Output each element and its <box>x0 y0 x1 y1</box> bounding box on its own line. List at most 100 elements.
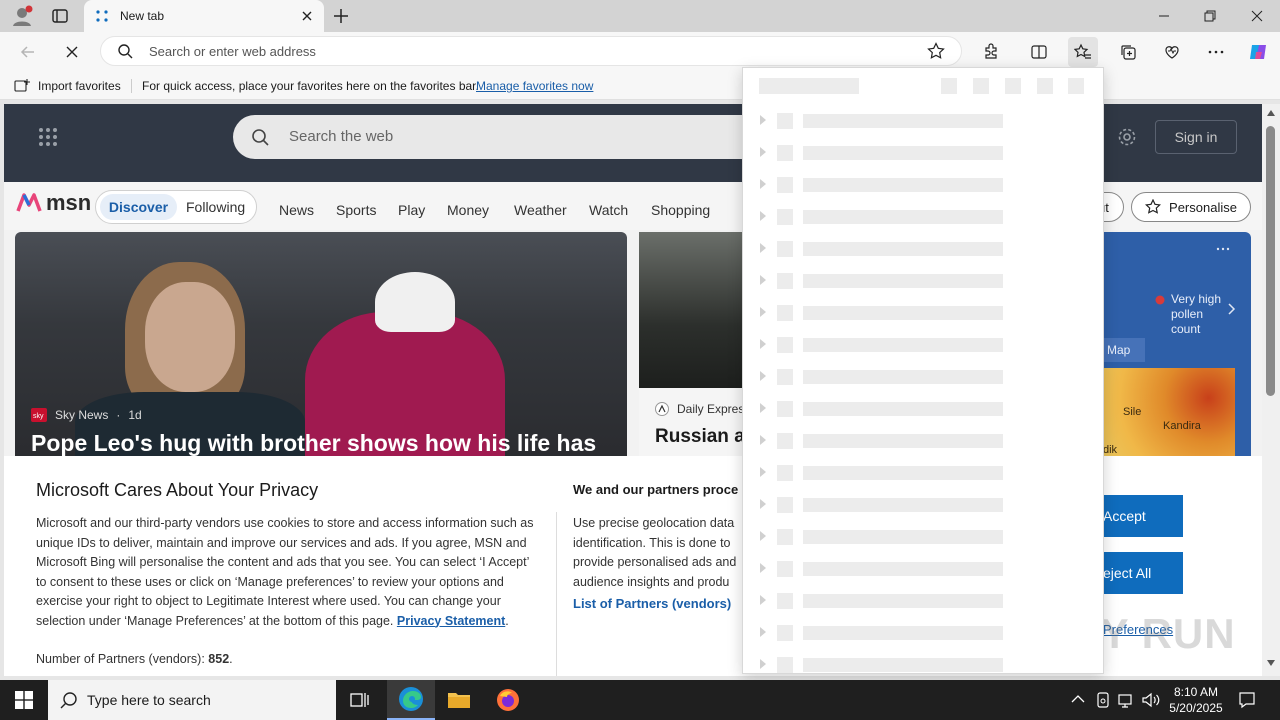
nav-weather[interactable]: Weather <box>514 202 567 218</box>
folder-icon-placeholder <box>777 401 793 417</box>
separator-dot: · <box>116 408 121 422</box>
scroll-down-icon[interactable] <box>1267 660 1275 666</box>
accept-button[interactable]: Accept <box>1103 495 1183 537</box>
settings-gear-icon[interactable] <box>1117 127 1137 147</box>
consent-title: Microsoft Cares About Your Privacy <box>36 480 319 500</box>
system-clock[interactable]: 8:10 AM 5/20/2025 <box>1165 684 1227 716</box>
task-view-button[interactable] <box>336 680 384 720</box>
favorites-row-placeholder <box>743 168 1103 200</box>
hero-headline[interactable]: Pope Leo's hug with brother shows how hi… <box>31 430 596 457</box>
close-tab-icon[interactable] <box>300 9 314 23</box>
more-options-icon[interactable] <box>1215 246 1231 252</box>
address-bar[interactable]: Search or enter web address <box>100 36 962 66</box>
favorites-icon[interactable] <box>1068 37 1098 67</box>
folder-name-placeholder <box>803 114 1003 128</box>
chevron-right-icon <box>760 115 766 125</box>
nav-money[interactable]: Money <box>447 202 489 218</box>
list-of-partners-link[interactable]: List of Partners (vendors) <box>573 596 731 611</box>
tab-title: New tab <box>120 9 165 23</box>
nav-play[interactable]: Play <box>398 202 425 218</box>
partners-purposes-title: We and our partners proce <box>573 482 739 497</box>
folder-name-placeholder <box>803 402 1003 416</box>
app-launcher-icon[interactable] <box>38 127 58 147</box>
taskbar-search-box[interactable]: Type here to search <box>48 680 336 720</box>
hero-age: 1d <box>128 408 142 422</box>
purposes-line: Use precise geolocation data <box>573 516 735 530</box>
consent-body: Microsoft and our third-party vendors us… <box>36 514 541 631</box>
tab-discover[interactable]: Discover <box>100 194 177 220</box>
browser-essentials-icon[interactable] <box>1157 37 1187 67</box>
device-icon[interactable] <box>1096 692 1110 708</box>
nav-watch[interactable]: Watch <box>589 202 628 218</box>
nav-shopping[interactable]: Shopping <box>651 202 710 218</box>
nav-sports[interactable]: Sports <box>336 202 376 218</box>
network-icon[interactable] <box>1118 692 1136 708</box>
folder-name-placeholder <box>803 466 1003 480</box>
close-window-button[interactable] <box>1234 0 1280 32</box>
folder-icon-placeholder <box>777 145 793 161</box>
collections-icon[interactable] <box>1113 37 1143 67</box>
msn-logo[interactable]: msn <box>16 190 91 216</box>
partners-purposes-body: Use precise geolocation data identificat… <box>573 514 753 592</box>
minimize-button[interactable] <box>1141 0 1187 32</box>
title-bar: New tab <box>0 0 1280 32</box>
notifications-icon[interactable] <box>1238 691 1256 709</box>
stop-loading-button[interactable] <box>57 37 87 67</box>
hero-article-card[interactable]: sky Sky News · 1d Pope Leo's hug with br… <box>15 232 627 462</box>
manage-favorites-link[interactable]: Manage favorites now <box>476 79 593 93</box>
split-screen-icon[interactable] <box>1024 37 1054 67</box>
search-icon <box>117 43 133 59</box>
start-button[interactable] <box>0 680 48 720</box>
msn-search-box[interactable]: Search the web <box>233 115 793 159</box>
daily-express-icon <box>655 402 669 416</box>
weather-card[interactable]: Very high pollen count Map Sile Kandira … <box>1103 232 1251 462</box>
tab-following[interactable]: Following <box>186 199 245 215</box>
folder-name-placeholder <box>803 178 1003 192</box>
profile-avatar-icon[interactable] <box>10 4 34 28</box>
weather-map-tab[interactable]: Map <box>1103 338 1145 362</box>
hero-image-part <box>375 272 455 332</box>
tab-new-tab[interactable]: New tab <box>84 0 324 32</box>
privacy-statement-link[interactable]: Privacy Statement <box>397 614 505 628</box>
personalise-button[interactable]: Personalise <box>1131 192 1251 222</box>
reject-all-button[interactable]: eject All <box>1103 552 1183 594</box>
folder-icon-placeholder <box>777 561 793 577</box>
purposes-line: identification. This is done to <box>573 535 731 550</box>
import-favorites-button[interactable]: Import favorites <box>14 78 121 94</box>
msn-search-placeholder: Search the web <box>289 128 394 145</box>
folder-icon-placeholder <box>777 497 793 513</box>
map-label: Kandira <box>1163 420 1201 432</box>
favorites-row-placeholder <box>743 616 1103 648</box>
weather-map[interactable]: Sile Kandira dik <box>1103 368 1235 462</box>
copilot-icon[interactable] <box>1243 37 1273 67</box>
more-options-icon[interactable] <box>1201 37 1231 67</box>
article-card[interactable]: Daily Expres Russian ar <box>639 232 749 462</box>
map-label: Sile <box>1123 406 1142 418</box>
nav-news[interactable]: News <box>279 202 314 218</box>
article-headline[interactable]: Russian ar <box>655 426 749 448</box>
chevron-right-icon[interactable] <box>1227 302 1237 316</box>
folder-icon-placeholder <box>777 337 793 353</box>
scroll-up-icon[interactable] <box>1267 110 1275 116</box>
search-icon <box>251 128 269 146</box>
scrollbar-thumb[interactable] <box>1266 126 1275 396</box>
accept-label: Accept <box>1103 508 1146 524</box>
restore-button[interactable] <box>1187 0 1233 32</box>
add-favorite-star-icon[interactable] <box>927 42 945 60</box>
taskbar-file-explorer[interactable] <box>435 680 483 720</box>
new-tab-icon[interactable] <box>332 7 350 25</box>
import-icon <box>14 78 30 94</box>
back-button[interactable] <box>13 37 43 67</box>
taskbar-edge[interactable] <box>387 680 435 720</box>
show-hidden-icons-chevron-up-icon[interactable] <box>1071 694 1085 704</box>
favorites-row-placeholder <box>743 456 1103 488</box>
sign-in-button[interactable]: Sign in <box>1155 120 1237 154</box>
partners-number: 852 <box>208 652 230 666</box>
page-scrollbar[interactable] <box>1262 104 1280 676</box>
tab-actions-icon[interactable] <box>50 6 70 26</box>
extensions-icon[interactable] <box>976 37 1006 67</box>
chevron-right-icon <box>760 307 766 317</box>
volume-icon[interactable] <box>1142 692 1160 708</box>
favorites-row-placeholder <box>743 232 1103 264</box>
taskbar-firefox[interactable] <box>484 680 532 720</box>
